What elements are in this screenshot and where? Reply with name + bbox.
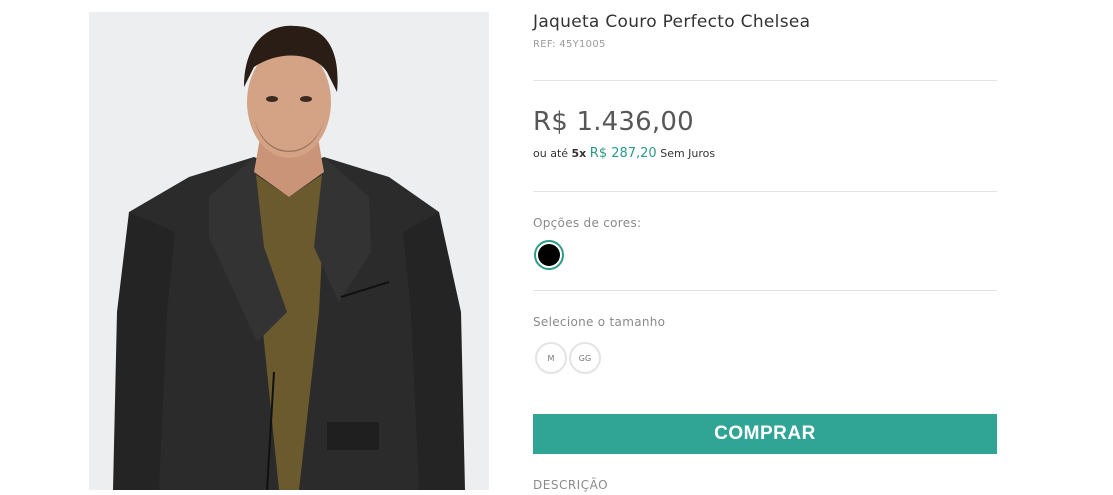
installment-suffix: Sem Juros (660, 147, 716, 160)
color-swatch-black[interactable] (534, 240, 564, 270)
divider (533, 191, 997, 192)
divider (533, 290, 997, 291)
installment-prefix: ou até (533, 147, 569, 160)
installment-amount: R$ 287,20 (589, 146, 657, 161)
description-heading: DESCRIÇÃO (533, 478, 609, 492)
product-image[interactable] (89, 12, 489, 490)
color-swatch-fill (538, 244, 560, 266)
installment-info: ou até 5x R$ 287,20 Sem Juros (533, 146, 715, 161)
product-ref: REF: 45Y1005 (533, 39, 606, 50)
product-price: R$ 1.436,00 (533, 107, 694, 137)
buy-button[interactable]: COMPRAR (533, 414, 997, 454)
product-title: Jaqueta Couro Perfecto Chelsea (533, 12, 811, 32)
size-option-gg[interactable]: GG (569, 342, 601, 374)
divider (533, 80, 997, 81)
size-option-m[interactable]: M (535, 342, 567, 374)
color-options-label: Opções de cores: (533, 216, 642, 230)
size-select-label: Selecione o tamanho (533, 315, 666, 329)
installment-count: 5x (571, 147, 587, 160)
product-photo (89, 12, 489, 490)
